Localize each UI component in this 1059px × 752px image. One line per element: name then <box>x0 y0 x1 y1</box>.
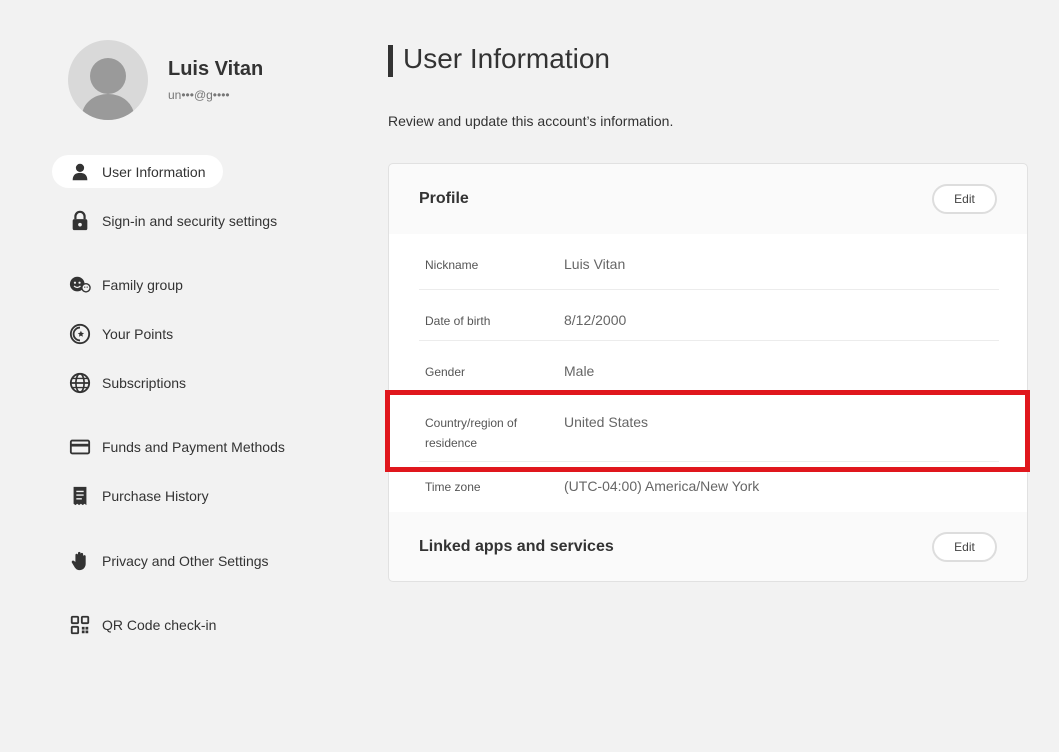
sidebar-item-purchase-history[interactable]: Purchase History <box>52 479 227 512</box>
sidebar-item-label: User Information <box>102 163 206 180</box>
profile-header: Profile Edit <box>389 164 1027 234</box>
profile-row-country-region: Country/region of residence United State… <box>419 392 999 462</box>
lock-icon <box>68 209 92 233</box>
sidebar-item-label: Your Points <box>102 325 174 342</box>
family-icon <box>68 273 92 297</box>
profile-title: Profile <box>419 190 469 207</box>
sidebar-item-label: Purchase History <box>102 487 209 504</box>
profile-edit-button[interactable]: Edit <box>932 184 997 214</box>
user-name: Luis Vitan <box>168 58 264 80</box>
hand-icon <box>68 549 92 573</box>
profile-row-gender: Gender Male <box>419 341 999 392</box>
user-email: un•••@g•••• <box>168 88 230 102</box>
page-title-accent <box>388 45 393 77</box>
globe-icon <box>68 371 92 395</box>
credit-card-icon <box>68 435 92 459</box>
qr-code-icon <box>68 613 92 637</box>
sidebar-item-subscriptions[interactable]: Subscriptions <box>52 366 204 399</box>
row-label: Country/region of residence <box>425 416 518 450</box>
row-label: Time zone <box>425 480 481 494</box>
profile-row-date-of-birth: Date of birth 8/12/2000 <box>419 290 999 341</box>
sidebar-item-privacy-settings[interactable]: Privacy and Other Settings <box>52 544 287 577</box>
sidebar-item-funds-payment[interactable]: Funds and Payment Methods <box>52 430 303 463</box>
sidebar-item-qr-check-in[interactable]: QR Code check-in <box>52 608 234 641</box>
page-description: Review and update this account’s informa… <box>388 113 674 129</box>
receipt-icon <box>68 484 92 508</box>
row-value: Luis Vitan <box>564 256 626 272</box>
page-title: User Information <box>403 43 610 74</box>
row-label: Nickname <box>425 258 479 272</box>
linked-apps-header: Linked apps and services Edit <box>389 512 1027 581</box>
sidebar-item-user-information[interactable]: User Information <box>52 155 224 188</box>
row-value: (UTC-04:00) America/New York <box>564 478 760 494</box>
profile-details: Nickname Luis Vitan Date of birth 8/12/2… <box>389 234 1027 512</box>
sidebar-item-your-points[interactable]: Your Points <box>52 317 191 350</box>
person-icon <box>68 160 92 184</box>
sidebar-item-label: Subscriptions <box>102 374 187 391</box>
sidebar-item-label: Sign-in and security settings <box>102 212 278 229</box>
row-value: Male <box>564 363 595 379</box>
sidebar-item-label: QR Code check-in <box>102 616 217 633</box>
sidebar-item-sign-in-security[interactable]: Sign-in and security settings <box>52 204 295 237</box>
profile-row-time-zone: Time zone (UTC-04:00) America/New York <box>419 462 999 512</box>
avatar <box>68 40 148 120</box>
row-label: Gender <box>425 365 466 379</box>
linked-apps-title: Linked apps and services <box>419 538 614 555</box>
sidebar-item-label: Family group <box>102 276 183 293</box>
user-info-card: Profile Edit Nickname Luis Vitan Date of… <box>388 163 1028 582</box>
sidebar-item-label: Privacy and Other Settings <box>102 552 269 569</box>
sidebar-item-family-group[interactable]: Family group <box>52 268 201 301</box>
default-avatar-icon <box>82 58 134 120</box>
sidebar-item-label: Funds and Payment Methods <box>102 438 285 455</box>
points-coin-icon <box>68 322 92 346</box>
row-label: Date of birth <box>425 314 491 328</box>
linked-apps-edit-button[interactable]: Edit <box>932 532 997 562</box>
row-value: United States <box>564 414 649 430</box>
profile-row-nickname: Nickname Luis Vitan <box>419 234 999 290</box>
row-value: 8/12/2000 <box>564 312 627 328</box>
